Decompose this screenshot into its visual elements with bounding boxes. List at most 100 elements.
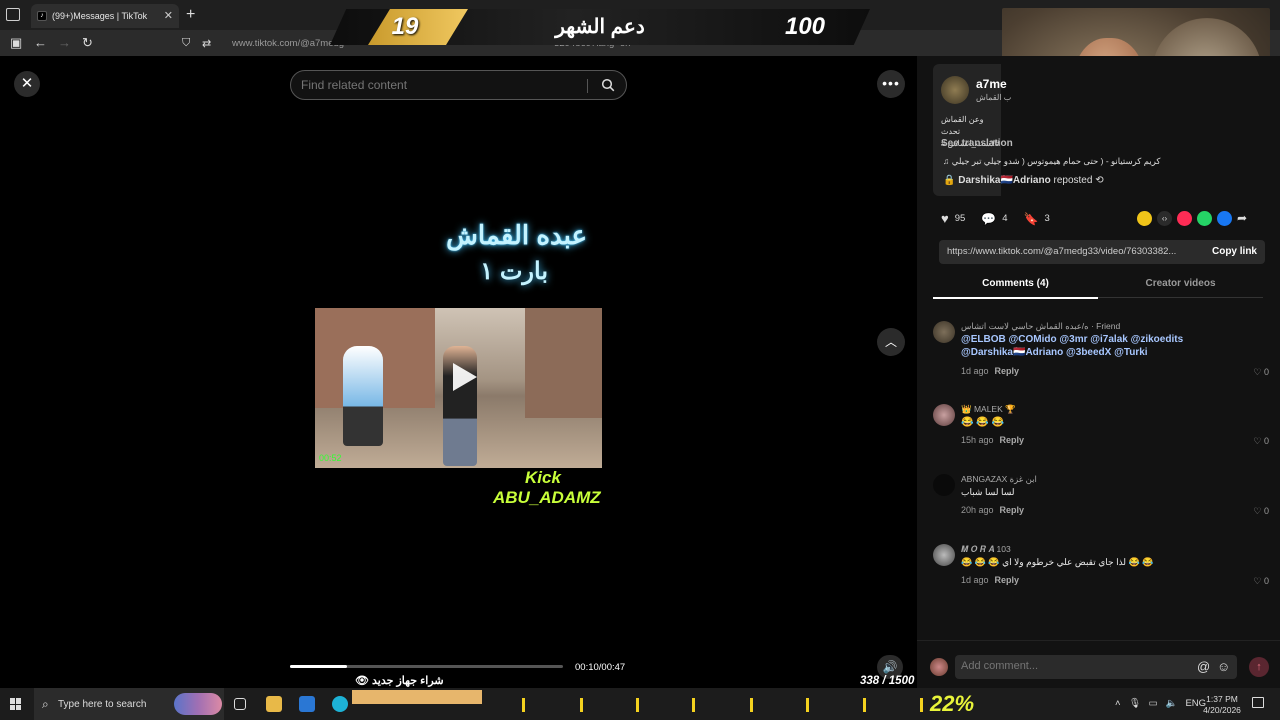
heart-icon: ♥ (941, 211, 949, 226)
repost-arrows-icon: ⟲ (1095, 175, 1104, 186)
scene-building-right (525, 308, 602, 418)
microphone-icon[interactable]: 🎙 (1129, 698, 1141, 709)
comment-author[interactable]: 𝑴 𝑶 𝑹 𝑨 103 (961, 544, 1011, 555)
new-tab-icon[interactable]: + (186, 6, 195, 24)
whatsapp-icon[interactable] (1197, 211, 1212, 226)
reply-button[interactable]: Reply (995, 366, 1020, 376)
emoji-icon[interactable]: ☺ (1217, 659, 1230, 674)
comment-text: 😂 😂 😂 (961, 417, 1004, 428)
address-url: www.tiktok.com/@a7medg (232, 38, 345, 49)
back-icon[interactable]: ← (34, 35, 47, 50)
comment-input-box[interactable]: @ ☺ (955, 655, 1237, 679)
tab-comments[interactable]: Comments (4) (933, 278, 1098, 299)
music-line[interactable]: ♫ كريم كرستيانو - ( حتى حمام هيموتوس ( ش… (943, 156, 1160, 167)
comment-like-count: 0 (1263, 367, 1269, 377)
file-explorer-icon[interactable] (266, 696, 282, 712)
tab-close-icon[interactable]: ✕ (164, 9, 173, 22)
browser-tab[interactable]: ♪ (99+)Messages | TikTok ✕ (31, 4, 179, 28)
comment-author[interactable]: ABNGAZAX ابن غزة (961, 474, 1037, 485)
windows-start-icon[interactable] (10, 698, 22, 710)
play-icon[interactable] (443, 358, 481, 396)
comment-button[interactable]: 💬 4 (981, 212, 1007, 226)
reply-button[interactable]: Reply (1000, 505, 1025, 515)
comment-item: 👑 MALEK 🏆 😂 😂 😂 15h ago Reply ♡ 0 (933, 404, 1269, 450)
author-subtitle: ب القماش (976, 93, 1012, 102)
video-player[interactable]: عبده القماش بارت ١ 00:52 Kick ABU_ADAMZ (315, 100, 602, 660)
save-button[interactable]: 🔖 3 (1024, 212, 1050, 226)
reload-icon[interactable]: ↻ (82, 35, 93, 51)
forward-icon[interactable]: → (58, 35, 71, 50)
ticker-mark (522, 698, 525, 712)
embed-icon[interactable]: ‹› (1157, 211, 1172, 226)
comment-avatar[interactable] (933, 321, 955, 343)
taskbar-clock[interactable]: 1:37 PM 4/20/2026 (1200, 694, 1244, 716)
comment-text: 😂 😂 😂 لذا جاي تقبض علي خرطوم ولا اي 😂 😂 (961, 557, 1154, 567)
search-input[interactable] (301, 78, 581, 92)
facebook-icon[interactable] (1217, 211, 1232, 226)
comment-author[interactable]: ه/عبده القماش حاسي لاست اتشاس · Friend (961, 321, 1120, 332)
bookmark-icon: 🔖 (1023, 211, 1039, 226)
coin-icon[interactable] (1137, 211, 1152, 226)
tab-actions-icon[interactable] (6, 8, 20, 21)
inset-timer: 00:52 (319, 453, 342, 463)
tab-creator-videos[interactable]: Creator videos (1098, 278, 1263, 298)
taskbar-search-text: Type here to search (58, 699, 147, 710)
ticker-mark (750, 698, 753, 712)
tray-chevron-icon[interactable]: ˄ (1115, 698, 1121, 709)
store-icon[interactable] (299, 696, 315, 712)
comment-like-button[interactable]: ♡ 0 (1253, 436, 1269, 447)
reply-button[interactable]: Reply (995, 575, 1020, 585)
comment-avatar[interactable] (933, 474, 955, 496)
comment-meta: 15h ago Reply (961, 435, 1024, 445)
edge-icon[interactable] (332, 696, 348, 712)
sidebar-toggle-icon[interactable]: ▣ (10, 35, 22, 51)
tracking-icon[interactable]: ⇄ (202, 37, 211, 50)
more-options-button[interactable]: ••• (877, 70, 905, 98)
author-avatar[interactable] (941, 76, 969, 104)
comment-like-button[interactable]: ♡ 0 (1253, 367, 1269, 378)
video-progress-bar[interactable] (290, 665, 563, 668)
comment-avatar[interactable] (933, 544, 955, 566)
related-search-bar[interactable] (290, 70, 627, 100)
network-icon[interactable]: ▭ (1149, 698, 1158, 709)
comment-count: 4 (1002, 213, 1008, 224)
overlay-store-text: 👁 شراء جهاز جديد (355, 674, 444, 687)
speaker-icon[interactable]: 🔈 (1166, 698, 1178, 709)
comment-like-button[interactable]: ♡ 0 (1253, 576, 1269, 587)
notification-icon[interactable] (1252, 697, 1264, 708)
author-name[interactable]: a7me (976, 77, 1007, 91)
comment-avatar[interactable] (933, 404, 955, 426)
taskbar-search[interactable]: ⌕ Type here to search (34, 688, 224, 720)
mention-icon[interactable]: @ (1197, 659, 1210, 674)
comment-like-button[interactable]: ♡ 0 (1253, 506, 1269, 517)
share-row: ‹› ➦ (1137, 211, 1252, 226)
search-highlight-thumbnail[interactable] (174, 693, 222, 715)
comment-author[interactable]: 👑 MALEK 🏆 (961, 404, 1016, 415)
save-count: 3 (1044, 213, 1050, 224)
see-translation-link[interactable]: See translation (941, 138, 1013, 149)
comment-composer: @ ☺ ↑ (917, 640, 1280, 688)
site-info-icon[interactable]: ⛉ (182, 37, 190, 50)
details-panel: a7me ب القماش وعن القماش تحدث #لاست_اتشا… (917, 56, 1280, 688)
comment-time: 1d ago (961, 575, 989, 585)
search-icon[interactable] (601, 78, 615, 92)
post-comment-button[interactable]: ↑ (1249, 657, 1269, 677)
comment-time: 15h ago (961, 435, 994, 445)
previous-video-button[interactable]: ︿ (877, 328, 905, 356)
send-to-friend-icon[interactable] (1177, 211, 1192, 226)
comment-input[interactable] (961, 660, 1181, 672)
comment-text: لسا لسا شباب (961, 487, 1015, 497)
like-button[interactable]: ♥ 95 (941, 211, 965, 226)
reply-button[interactable]: Reply (1000, 435, 1025, 445)
tiktok-favicon-icon: ♪ (37, 11, 47, 21)
task-view-icon[interactable] (234, 698, 246, 710)
close-button[interactable]: ✕ (14, 71, 40, 97)
share-arrow-icon[interactable]: ➦ (1237, 211, 1252, 226)
ticker-mark (806, 698, 809, 712)
video-scene: 00:52 (315, 308, 602, 468)
ticker-mark (863, 698, 866, 712)
repost-users[interactable]: Darshika🇳🇱Adriano (958, 175, 1050, 186)
copy-link-button[interactable]: Copy link (1212, 246, 1257, 257)
my-avatar (930, 658, 948, 676)
comment-item: ه/عبده القماش حاسي لاست اتشاس · Friend @… (933, 321, 1269, 379)
